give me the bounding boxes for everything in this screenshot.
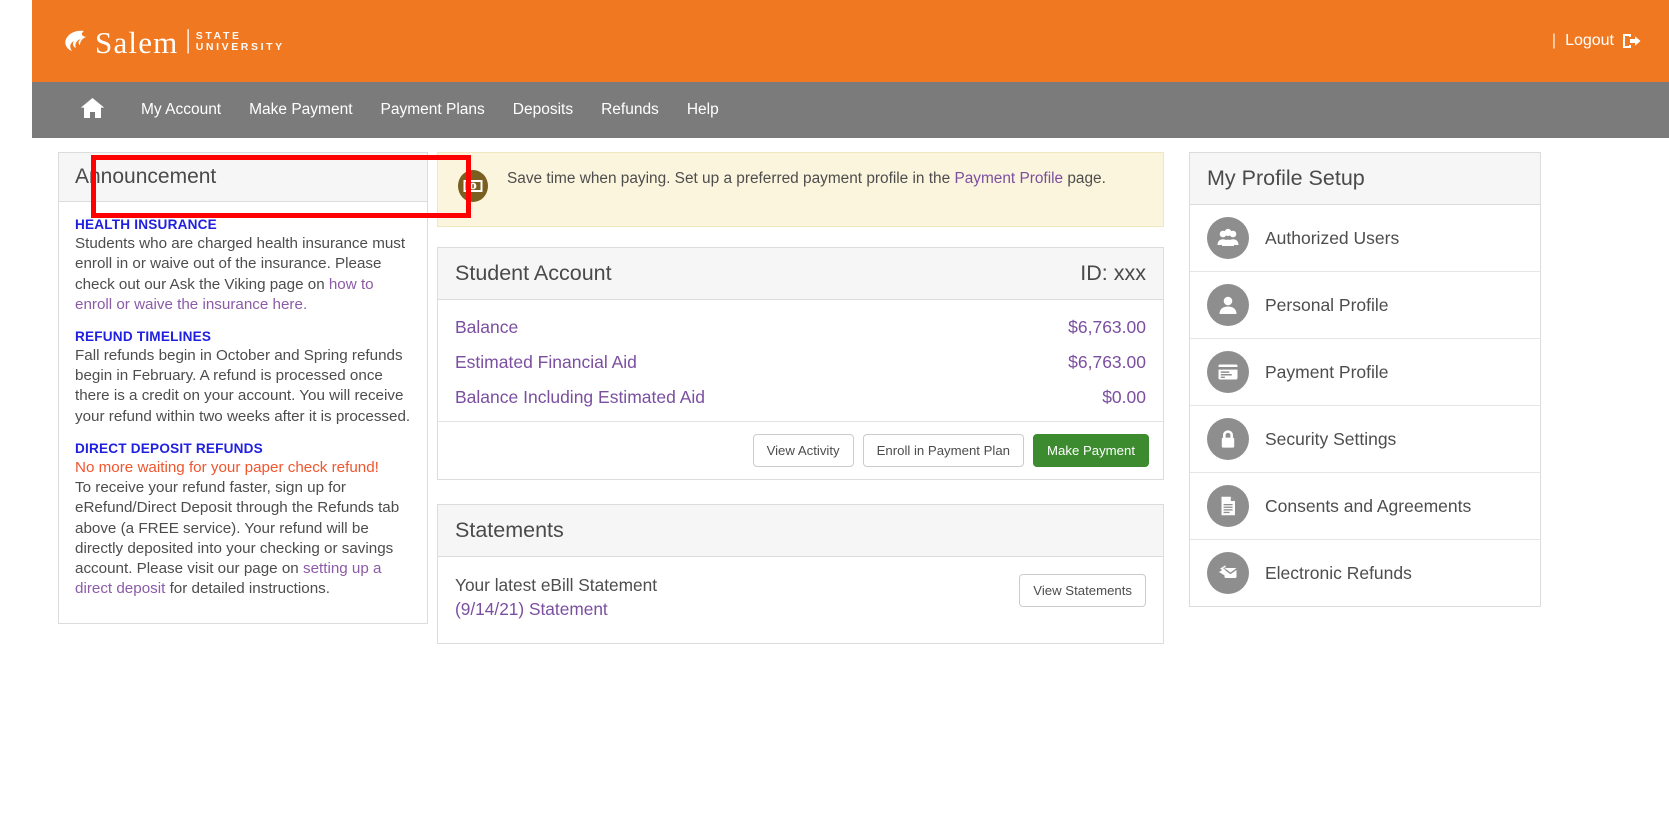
home-icon: [80, 97, 105, 124]
lock-icon: [1207, 418, 1249, 460]
notice-text-after: page.: [1063, 170, 1106, 187]
nav-item-make-payment[interactable]: Make Payment: [235, 82, 366, 138]
notice-text-before: Save time when paying. Set up a preferre…: [507, 170, 955, 187]
announcement-block-direct-deposit: DIRECT DEPOSIT REFUNDS No more waiting f…: [75, 440, 411, 600]
table-row: Balance $6,763.00: [455, 310, 1146, 345]
announcement-text: To receive your refund faster, sign up f…: [75, 478, 411, 599]
nav-item-refunds[interactable]: Refunds: [587, 82, 673, 138]
site-header: Salem | STATE UNIVERSITY | Logout: [32, 0, 1669, 82]
student-account-actions: View Activity Enroll in Payment Plan Mak…: [438, 421, 1163, 479]
logo-subtitle-line2: UNIVERSITY: [195, 41, 285, 53]
credit-card-icon: [1207, 351, 1249, 393]
row-label: Balance: [455, 317, 519, 338]
logout-icon[interactable]: [1623, 33, 1641, 49]
student-account-panel: Student Account ID: xxx Balance $6,763.0…: [437, 247, 1164, 481]
latest-statement-link[interactable]: (9/14/21) Statement: [455, 598, 657, 621]
site-logo[interactable]: Salem | STATE UNIVERSITY: [32, 24, 285, 60]
sidebar-item-label: Security Settings: [1265, 428, 1397, 449]
notice-text: Save time when paying. Set up a preferre…: [507, 168, 1106, 190]
sidebar-item-label: Electronic Refunds: [1265, 562, 1412, 583]
sidebar-item-label: Personal Profile: [1265, 294, 1389, 315]
sidebar-item-consents-and-agreements[interactable]: Consents and Agreements: [1190, 473, 1540, 540]
view-statements-button[interactable]: View Statements: [1019, 574, 1146, 608]
row-label: Estimated Financial Aid: [455, 352, 637, 373]
enroll-in-payment-plan-button[interactable]: Enroll in Payment Plan: [862, 434, 1025, 468]
payment-profile-link[interactable]: Payment Profile: [954, 170, 1063, 187]
statements-body: Your latest eBill Statement (9/14/21) St…: [438, 557, 1163, 643]
sidebar-item-label: Consents and Agreements: [1265, 495, 1472, 516]
sidebar-item-electronic-refunds[interactable]: Electronic Refunds: [1190, 540, 1540, 606]
row-value: $6,763.00: [1068, 317, 1146, 338]
sidebar-item-label: Authorized Users: [1265, 227, 1400, 248]
my-profile-setup-panel: My Profile Setup Authorized Users Person…: [1189, 152, 1541, 607]
announcement-body: HEALTH INSURANCE Students who are charge…: [59, 202, 427, 623]
announcement-heading: DIRECT DEPOSIT REFUNDS: [75, 440, 263, 456]
my-profile-setup-title: My Profile Setup: [1190, 153, 1540, 205]
logo-separator: |: [185, 25, 191, 54]
logout-separator: |: [1551, 32, 1557, 49]
announcement-heading: HEALTH INSURANCE: [75, 217, 217, 232]
row-label: Balance Including Estimated Aid: [455, 387, 706, 408]
statements-title: Statements: [438, 505, 1163, 558]
sidebar-item-payment-profile[interactable]: Payment Profile: [1190, 339, 1540, 406]
student-account-header: Student Account ID: xxx: [438, 248, 1163, 301]
profile-setup-column: My Profile Setup Authorized Users Person…: [1189, 152, 1541, 607]
table-row: Estimated Financial Aid $6,763.00: [455, 345, 1146, 380]
announcement-text: Students who are charged health insuranc…: [75, 234, 411, 315]
logout-area[interactable]: | Logout: [1552, 32, 1669, 50]
statements-panel: Statements Your latest eBill Statement (…: [437, 504, 1164, 645]
nav-item-deposits[interactable]: Deposits: [499, 82, 587, 138]
latest-statement-label: Your latest eBill Statement: [455, 575, 658, 596]
logo-name: Salem: [95, 24, 179, 60]
sidebar-item-personal-profile[interactable]: Personal Profile: [1190, 272, 1540, 339]
document-icon: [1207, 485, 1249, 527]
refund-envelope-icon: [1207, 552, 1249, 594]
viking-flame-icon: [60, 26, 90, 56]
info-card-icon: [456, 169, 490, 210]
announcement-emphasis: No more waiting for your paper check ref…: [75, 458, 379, 476]
student-account-rows: Balance $6,763.00 Estimated Financial Ai…: [438, 300, 1163, 421]
announcement-heading: REFUND TIMELINES: [75, 328, 212, 344]
announcement-title: Announcement: [59, 153, 427, 202]
sidebar-item-authorized-users[interactable]: Authorized Users: [1190, 205, 1540, 272]
logout-label[interactable]: Logout: [1565, 32, 1614, 50]
announcement-paragraph-tail: for detailed instructions.: [165, 580, 330, 598]
announcement-block-health-insurance: HEALTH INSURANCE Students who are charge…: [75, 216, 411, 315]
main-column: Save time when paying. Set up a preferre…: [437, 152, 1164, 645]
nav-item-help[interactable]: Help: [673, 82, 733, 138]
announcement-paragraph: Fall refunds begin in October and Spring…: [75, 347, 411, 425]
make-payment-button[interactable]: Make Payment: [1033, 434, 1149, 468]
table-row: Balance Including Estimated Aid $0.00: [455, 380, 1146, 415]
sidebar-item-label: Payment Profile: [1265, 361, 1389, 382]
nav-item-my-account[interactable]: My Account: [127, 82, 235, 138]
announcement-column: Announcement HEALTH INSURANCE Students w…: [58, 152, 471, 624]
payment-profile-notice: Save time when paying. Set up a preferre…: [437, 152, 1164, 228]
row-value: $6,763.00: [1068, 352, 1146, 373]
nav-item-payment-plans[interactable]: Payment Plans: [367, 82, 499, 138]
announcement-panel: Announcement HEALTH INSURANCE Students w…: [58, 152, 428, 624]
student-account-title: Student Account: [455, 261, 612, 286]
main-navigation: My Account Make Payment Payment Plans De…: [32, 82, 1669, 138]
latest-statement: Your latest eBill Statement (9/14/21) St…: [455, 574, 657, 621]
announcement-block-refund-timelines: REFUND TIMELINES Fall refunds begin in O…: [75, 328, 411, 427]
student-account-id: ID: xxx: [1080, 261, 1146, 286]
view-activity-button[interactable]: View Activity: [752, 434, 854, 468]
row-value: $0.00: [1102, 387, 1146, 408]
nav-home-button[interactable]: [32, 97, 127, 124]
person-icon: [1207, 284, 1249, 326]
sidebar-item-security-settings[interactable]: Security Settings: [1190, 406, 1540, 473]
logo-subtitle: STATE UNIVERSITY: [196, 31, 285, 53]
users-icon: [1207, 217, 1249, 259]
